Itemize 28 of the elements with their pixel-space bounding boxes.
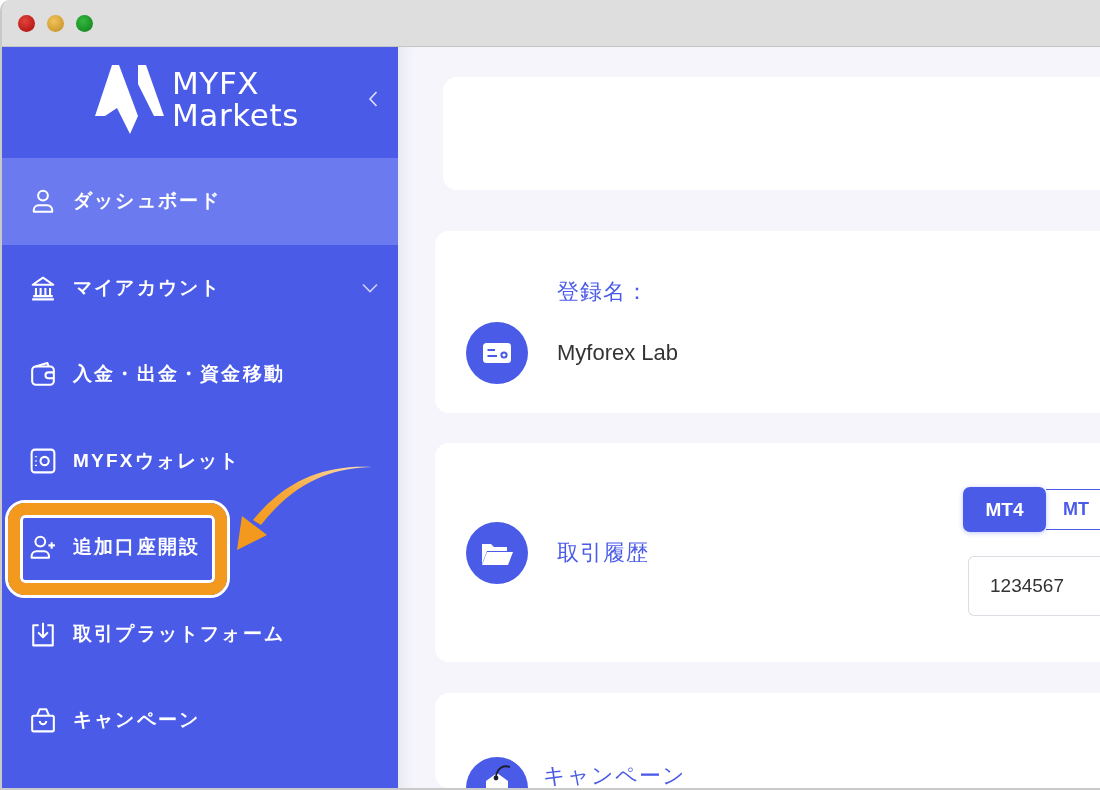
safe-icon: [30, 447, 56, 474]
sidebar-item[interactable]: 取引プラットフォーム: [2, 602, 285, 665]
window-zoom-icon[interactable]: [76, 14, 93, 32]
trade-history-title: 取引履歴: [557, 538, 649, 567]
registered-name-value: Myforex Lab: [557, 340, 679, 366]
account-field[interactable]: 1234567: [968, 556, 1100, 616]
chevron-down-icon: [362, 282, 378, 293]
window-close-icon[interactable]: [18, 14, 35, 32]
logo-icon: [95, 63, 165, 134]
id-card-icon: [466, 322, 528, 384]
logo-text: MYFX Markets: [172, 66, 300, 131]
download-icon: [30, 620, 56, 647]
bank-icon: [30, 274, 56, 301]
sidebar-item[interactable]: キャンペーン: [2, 689, 201, 752]
sidebar-item[interactable]: 入金・出金・資金移動: [2, 343, 285, 406]
sidebar-item[interactable]: マイアカウント: [2, 256, 398, 319]
sidebar-item[interactable]: MYFXウォレット: [2, 429, 241, 492]
platform-tab[interactable]: MT: [1046, 489, 1100, 530]
user-plus-icon: [30, 534, 56, 561]
folder-icon: [466, 521, 528, 584]
campaign-title: キャンペーン: [543, 765, 686, 787]
platform-tab[interactable]: MT4: [963, 487, 1046, 532]
bag-icon: [30, 707, 56, 734]
user-icon: [30, 188, 56, 215]
chevron-left-icon[interactable]: [368, 90, 378, 107]
registered-name-label: 登録名：: [557, 278, 650, 306]
wallet-icon: [30, 361, 56, 388]
sidebar-item[interactable]: ダッシュボード: [2, 158, 398, 245]
